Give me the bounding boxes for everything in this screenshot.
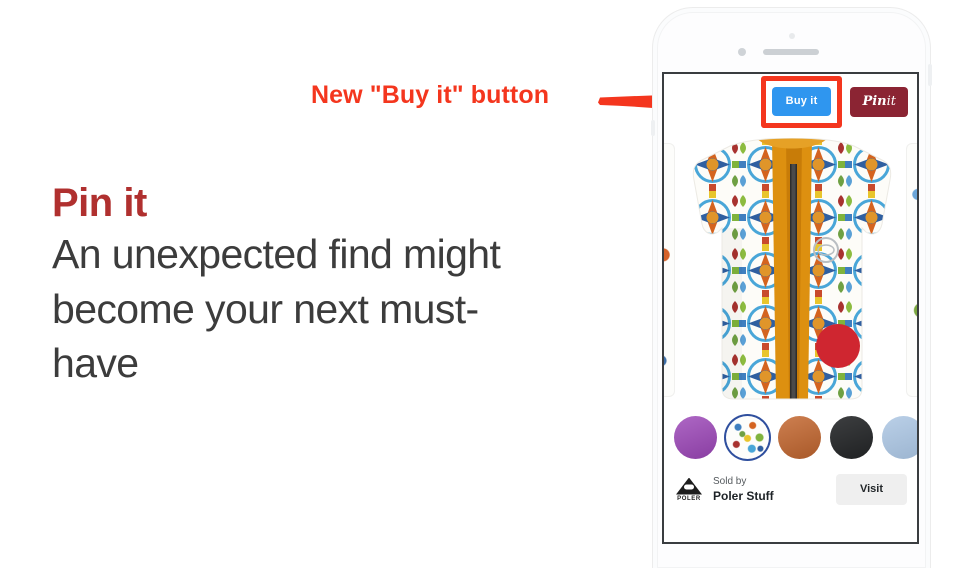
page-title: An unexpected find might become your nex… [52,231,501,387]
sold-by-label: Sold by [713,475,747,487]
pin-action-bar: Buy it Pinit [760,76,908,128]
phone-screen: Buy it Pinit POLER Sold by Poler Stuff V… [662,72,919,544]
swatch-black[interactable] [830,416,873,459]
poler-wordmark: POLER [677,495,701,502]
poler-triangle-logo: POLER [674,477,704,502]
front-camera-icon [788,33,795,39]
carousel-next-image[interactable] [907,144,917,396]
seller-name: Poler Stuff [713,489,774,504]
mute-switch-icon[interactable] [651,120,655,136]
earpiece-speaker-icon [763,49,819,55]
pin-it-button-word: Pin [862,94,887,109]
product-image-carousel[interactable] [664,108,917,408]
pin-it-button-suffix: it [886,94,896,109]
swatch-purple[interactable] [674,416,717,459]
buy-it-highlight-box: Buy it [760,76,843,128]
power-button-icon[interactable] [928,64,932,86]
visit-button[interactable]: Visit [835,474,907,505]
carousel-prev-image[interactable] [664,144,674,396]
poler-mark-icon [676,477,702,495]
page-eyebrow: Pin it [52,181,147,225]
swatch-light-blue[interactable] [882,416,917,459]
seller-text-block: Sold by Poler Stuff [713,475,836,505]
phone-mockup: Buy it Pinit POLER Sold by Poler Stuff V… [651,8,932,568]
seller-info-row: POLER Sold by Poler Stuff Visit [674,474,907,505]
color-swatch-row [664,416,917,459]
product-image[interactable] [686,138,898,400]
buy-it-button[interactable]: Buy it [771,87,832,116]
annotation-label: New "Buy it" button [311,81,550,109]
marketing-copy-block: Pin it An unexpected find might become y… [52,181,522,391]
swatch-patterned[interactable] [726,416,769,459]
proximity-sensor-icon [738,48,746,56]
swatch-rust[interactable] [778,416,821,459]
pin-it-button[interactable]: Pinit [850,87,908,117]
